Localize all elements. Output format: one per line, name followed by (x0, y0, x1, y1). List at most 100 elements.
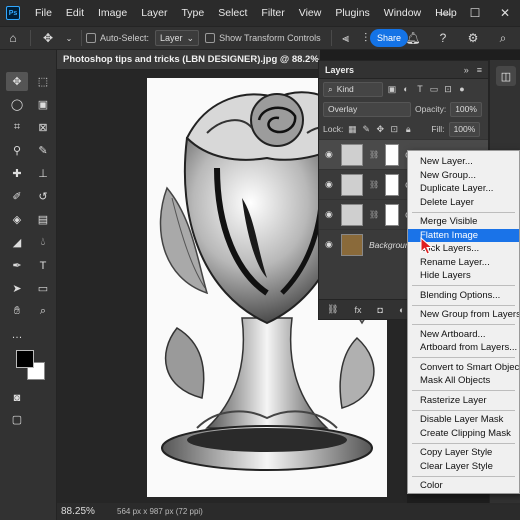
menu-layer[interactable]: Layer (134, 0, 174, 26)
settings-icon[interactable]: ⚙ (464, 29, 482, 47)
maximize-button[interactable]: ☐ (460, 6, 490, 20)
menu-window[interactable]: Window (377, 0, 428, 26)
menu-item-convert-smart-object[interactable]: Convert to Smart Object (408, 361, 519, 375)
eraser-tool-icon[interactable]: ◈ (6, 210, 28, 229)
frame-tool-icon[interactable]: ⊠ (32, 118, 54, 137)
eye-icon[interactable]: ◉ (325, 209, 335, 220)
menu-item-color[interactable]: Color (408, 479, 519, 493)
menu-item-clear-layer-style[interactable]: Clear Layer Style (408, 460, 519, 474)
eye-icon[interactable]: ◉ (325, 239, 335, 250)
minimize-button[interactable]: — (430, 6, 460, 20)
filter-toggle-icon[interactable]: ● (457, 84, 467, 94)
menu-type[interactable]: Type (174, 0, 211, 26)
menu-item-rasterize-layer[interactable]: Rasterize Layer (408, 394, 519, 408)
menu-item-new-artboard[interactable]: New Artboard... (408, 328, 519, 342)
menu-item-new-group[interactable]: New Group... (408, 169, 519, 183)
brush-tool-icon[interactable]: ✐ (6, 187, 28, 206)
blur-tool-icon[interactable]: 💧︎ (32, 233, 54, 252)
menu-image[interactable]: Image (91, 0, 134, 26)
edit-toolbar-icon[interactable] (32, 325, 54, 344)
hand-tool-icon[interactable]: ✋︎ (6, 302, 28, 321)
lock-position-icon[interactable]: ✥ (375, 124, 385, 134)
transform-controls-checkbox[interactable] (205, 33, 216, 43)
eye-icon[interactable]: ◉ (325, 179, 335, 190)
menu-item-delete-layer[interactable]: Delete Layer (408, 196, 519, 210)
layer-mask-thumbnail[interactable] (385, 203, 400, 226)
menu-item-hide-layers[interactable]: Hide Layers (408, 269, 519, 283)
shape-tool-icon[interactable]: ▭ (32, 279, 54, 298)
type-filter-icon[interactable]: T (415, 84, 425, 94)
marquee-tool-icon[interactable]: ⬚ (32, 72, 54, 91)
quick-mask-icon[interactable]: ◙ (6, 388, 28, 407)
move-tool-icon[interactable]: ✥ (39, 29, 57, 47)
menu-item-artboard-from-layers[interactable]: Artboard from Layers... (408, 341, 519, 355)
fill-field[interactable]: 100% (448, 121, 481, 137)
gradient-tool-icon[interactable]: ▤ (32, 210, 54, 229)
lock-artboard-icon[interactable]: ⊡ (389, 124, 399, 134)
more-tools-icon[interactable]: … (6, 325, 28, 344)
crop-tool-icon[interactable]: ⌗ (6, 118, 28, 137)
pixel-filter-icon[interactable]: ▣ (387, 84, 397, 94)
auto-select-checkbox[interactable] (86, 33, 96, 43)
fx-icon[interactable]: fx (354, 305, 361, 315)
history-brush-icon[interactable]: ↺ (32, 187, 54, 206)
align-left-icon[interactable]: ⫷ (337, 29, 355, 47)
lock-transparency-icon[interactable]: ▦ (347, 124, 357, 134)
foreground-color-swatch[interactable] (16, 350, 34, 368)
menu-view[interactable]: View (292, 0, 329, 26)
ruler-tool-icon[interactable]: ✎ (32, 141, 54, 160)
layer-mask-thumbnail[interactable] (385, 173, 400, 196)
menu-edit[interactable]: Edit (59, 0, 91, 26)
menu-item-merge-visible[interactable]: Merge Visible (408, 215, 519, 229)
photoshop-logo[interactable]: Ps (6, 6, 20, 20)
paint-bucket-icon[interactable]: ◢ (6, 233, 28, 252)
link-layers-icon[interactable]: ⛓︎ (327, 304, 338, 315)
zoom-tool-icon[interactable]: ⌕ (32, 302, 54, 321)
panel-menu-icon[interactable]: ≡ (477, 65, 482, 75)
bell-icon[interactable]: 🔔︎ (404, 29, 422, 47)
help-icon[interactable]: ? (434, 29, 452, 47)
menu-item-copy-layer-style[interactable]: Copy Layer Style (408, 446, 519, 460)
menu-item-mask-all-objects[interactable]: Mask All Objects (408, 374, 519, 388)
healing-brush-icon[interactable]: ✚ (6, 164, 28, 183)
lock-image-icon[interactable]: ✎ (361, 124, 371, 134)
blend-mode-dropdown[interactable]: Overlay (323, 101, 411, 117)
menu-plugins[interactable]: Plugins (328, 0, 376, 26)
path-select-icon[interactable]: ➤ (6, 279, 28, 298)
object-select-tool-icon[interactable]: ▣ (32, 95, 54, 114)
menu-select[interactable]: Select (211, 0, 254, 26)
smart-object-filter-icon[interactable]: ⊡ (443, 84, 453, 94)
zoom-level[interactable]: 88.25% (57, 506, 111, 517)
menu-item-disable-layer-mask[interactable]: Disable Layer Mask (408, 413, 519, 427)
home-icon[interactable]: ⌂ (4, 29, 22, 47)
shape-filter-icon[interactable]: ▭ (429, 84, 439, 94)
layers-tab[interactable]: Layers (325, 65, 354, 75)
eyedropper-tool-icon[interactable]: ⚲ (6, 141, 28, 160)
add-mask-icon[interactable]: ◘ (377, 305, 382, 315)
adjustment-filter-icon[interactable]: ◐ (401, 84, 411, 94)
type-tool-icon[interactable]: T (32, 256, 54, 275)
collapse-icon[interactable]: » (464, 65, 469, 75)
opacity-field[interactable]: 100% (450, 101, 482, 117)
menu-filter[interactable]: Filter (254, 0, 291, 26)
auto-select-dropdown[interactable]: Layer ⌄ (155, 30, 200, 46)
eye-icon[interactable]: ◉ (325, 149, 335, 160)
document-tab[interactable]: Photoshop tips and tricks (LBN DESIGNER)… (57, 50, 320, 70)
close-button[interactable]: ✕ (490, 6, 520, 20)
lock-all-icon[interactable]: 🔒︎ (403, 124, 413, 134)
screen-mode-icon[interactable]: ▢ (6, 410, 28, 429)
adjustment-layer-icon[interactable]: ◐ (399, 305, 404, 315)
layer-mask-thumbnail[interactable] (385, 143, 400, 166)
menu-item-new-group-from-layers[interactable]: New Group from Layers... (408, 308, 519, 322)
menu-item-create-clipping-mask[interactable]: Create Clipping Mask (408, 427, 519, 441)
menu-file[interactable]: File (28, 0, 59, 26)
move-tool-icon[interactable]: ✥ (6, 72, 28, 91)
chevron-down-icon[interactable]: ⌄ (65, 29, 73, 47)
stamp-tool-icon[interactable]: ⊥ (32, 164, 54, 183)
layers-panel-icon[interactable]: ◫ (496, 66, 516, 86)
menu-item-rename-layer[interactable]: Rename Layer... (408, 256, 519, 270)
pen-tool-icon[interactable]: ✒ (6, 256, 28, 275)
menu-item-blending-options[interactable]: Blending Options... (408, 289, 519, 303)
menu-item-duplicate-layer[interactable]: Duplicate Layer... (408, 182, 519, 196)
filter-kind-dropdown[interactable]: ⌕ Kind (323, 81, 383, 97)
